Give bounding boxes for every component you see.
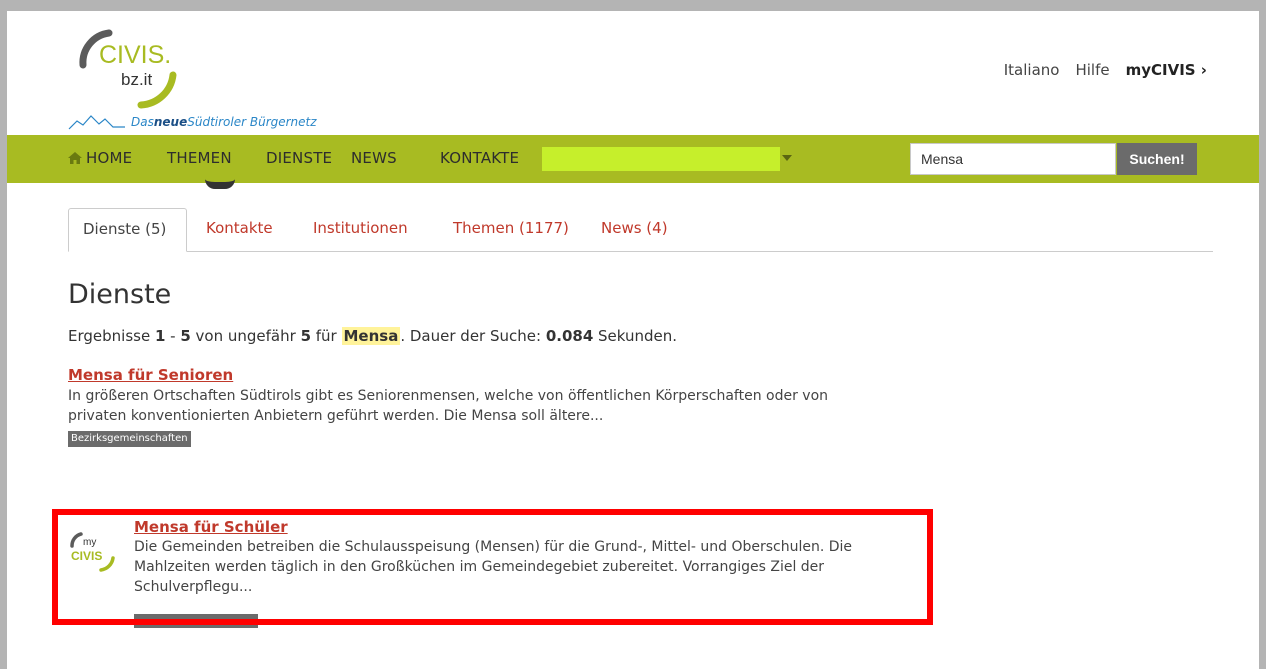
result-tag[interactable]: Bezirksgemeinschaften (68, 431, 191, 447)
heading-fragment (205, 179, 235, 189)
summary-dash: - (165, 327, 181, 345)
nav-kontakte[interactable]: KONTAKTE (440, 149, 519, 167)
results-summary: Ergebnisse 1 - 5 von ungefähr 5 für Mens… (68, 327, 677, 345)
summary-mid1: von ungefähr (190, 327, 301, 345)
page: CIVIS. bz.it Das neue Südtiroler Bürgern… (7, 11, 1259, 669)
summary-post: Sekunden. (593, 327, 678, 345)
main-navbar: HOME THEMEN DIENSTE NEWS KONTAKTE Suchen… (7, 135, 1259, 183)
summary-query: Mensa (341, 327, 401, 345)
tagline-post: Südtiroler Bürgernetz (187, 115, 317, 129)
tab-kontakte[interactable]: Kontakte (206, 208, 273, 251)
section-title: Dienste (68, 279, 172, 310)
top-links: Italiano Hilfe myCIVIS › (1004, 61, 1207, 79)
result-snippet: In größeren Ortschaften Südtirols gibt e… (68, 388, 829, 424)
search-input[interactable] (910, 143, 1116, 175)
nav-redacted-item[interactable] (542, 147, 780, 171)
tagline-pre: Das (131, 115, 154, 129)
tab-news[interactable]: News (4) (601, 208, 668, 251)
civis-logo[interactable]: CIVIS. bz.it (69, 13, 189, 123)
summary-mid3: . Dauer der Suche: (400, 327, 546, 345)
highlight-annotation-box (52, 509, 933, 625)
mountains-icon (68, 115, 125, 130)
search-button[interactable]: Suchen! (1117, 143, 1197, 175)
link-hilfe[interactable]: Hilfe (1075, 61, 1109, 79)
summary-duration: 0.084 (545, 327, 594, 345)
tab-dienste[interactable]: Dienste (5) (68, 208, 187, 252)
tab-institutionen[interactable]: Institutionen (313, 208, 408, 251)
result-item: Mensa für Senioren In größeren Ortschaft… (68, 366, 888, 447)
nav-news[interactable]: NEWS (351, 149, 397, 167)
logo-text: CIVIS. (99, 41, 171, 69)
chevron-down-icon[interactable] (782, 155, 792, 161)
result-tabs: Dienste (5) Kontakte Institutionen Theme… (68, 208, 1213, 252)
tagline: Das neue Südtiroler Bürgernetz (67, 111, 317, 133)
summary-from: 1 (154, 327, 166, 345)
home-icon (68, 152, 82, 164)
link-italiano[interactable]: Italiano (1004, 61, 1060, 79)
summary-to: 5 (180, 327, 191, 345)
tagline-bold: neue (153, 115, 188, 129)
tab-themen[interactable]: Themen (1177) (453, 208, 569, 251)
result-title-link[interactable]: Mensa für Senioren (68, 366, 888, 384)
nav-home-label: HOME (86, 149, 133, 167)
summary-pre: Ergebnisse (68, 327, 155, 345)
summary-count: 5 (300, 327, 311, 345)
logo-subtext: bz.it (121, 70, 152, 89)
nav-themen[interactable]: THEMEN (167, 149, 232, 167)
summary-mid2: für (311, 327, 342, 345)
nav-dienste[interactable]: DIENSTE (266, 149, 332, 167)
link-mycivis[interactable]: myCIVIS › (1126, 61, 1207, 79)
nav-home[interactable]: HOME (68, 149, 132, 167)
